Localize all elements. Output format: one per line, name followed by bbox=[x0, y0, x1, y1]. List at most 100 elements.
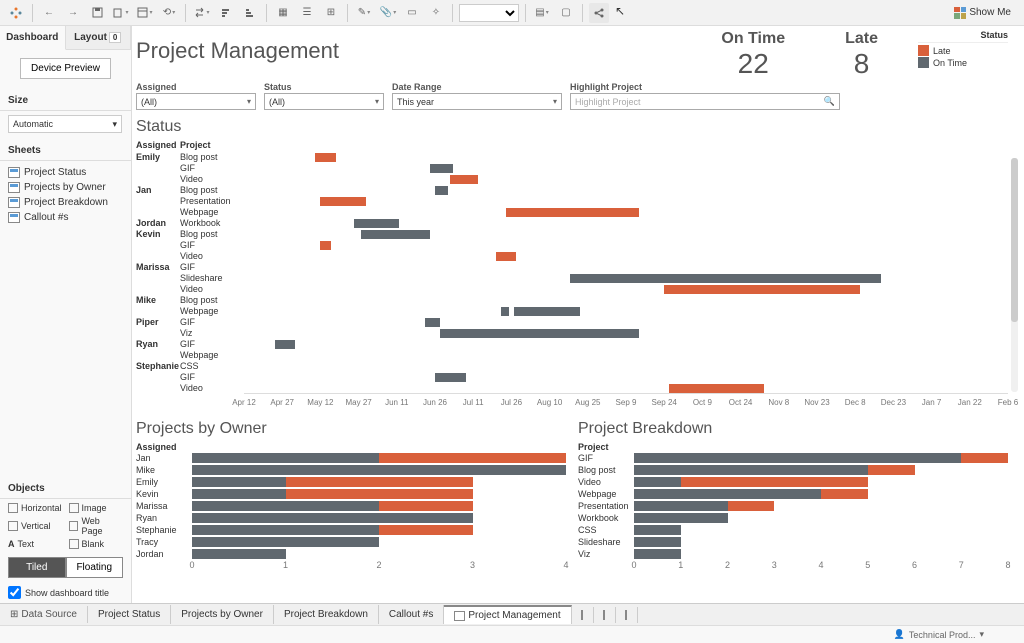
tab-dashboard[interactable]: Dashboard bbox=[0, 26, 66, 50]
gantt-bar[interactable] bbox=[450, 175, 478, 184]
pin-icon[interactable]: 📎 bbox=[378, 3, 398, 23]
bar-row[interactable]: Marissa bbox=[136, 500, 566, 512]
sheet-tab-project-breakdown[interactable]: Project Breakdown bbox=[274, 605, 379, 624]
new-data-icon[interactable] bbox=[111, 3, 131, 23]
gantt-bar[interactable] bbox=[425, 318, 440, 327]
new-story-tab[interactable] bbox=[616, 607, 638, 623]
new-worksheet-tab[interactable] bbox=[572, 607, 594, 623]
sheet-project-breakdown[interactable]: Project Breakdown bbox=[0, 195, 131, 210]
presentation-icon[interactable]: ▢ bbox=[556, 3, 576, 23]
save-icon[interactable] bbox=[87, 3, 107, 23]
bar-row[interactable]: Jordan bbox=[136, 548, 566, 560]
sheets-list: Project StatusProjects by OwnerProject B… bbox=[0, 161, 131, 229]
gantt-bar[interactable] bbox=[320, 241, 330, 250]
bar-row[interactable]: Emily bbox=[136, 476, 566, 488]
obj-blank[interactable]: Blank bbox=[69, 539, 124, 549]
bar-row[interactable]: Tracy bbox=[136, 536, 566, 548]
gantt-bar[interactable] bbox=[430, 164, 453, 173]
bar-row[interactable]: GIF bbox=[578, 452, 1008, 464]
obj-webpage[interactable]: Web Page bbox=[69, 516, 124, 536]
filter-status-select[interactable]: (All)▾ bbox=[264, 93, 384, 110]
gantt-bar[interactable] bbox=[315, 153, 335, 162]
sheet-tab-projects-by-owner[interactable]: Projects by Owner bbox=[171, 605, 274, 624]
cards-icon[interactable]: ▤ bbox=[532, 3, 552, 23]
show-title-checkbox[interactable]: Show dashboard title bbox=[0, 582, 131, 603]
obj-image[interactable]: Image bbox=[69, 503, 124, 513]
tiled-button[interactable]: Tiled bbox=[8, 557, 66, 578]
new-dashboard-tab[interactable] bbox=[594, 607, 616, 623]
bar-row[interactable]: Slideshare bbox=[578, 536, 1008, 548]
sheet-tab-project-status[interactable]: Project Status bbox=[88, 605, 171, 624]
gantt-bar[interactable] bbox=[435, 186, 448, 195]
obj-vertical[interactable]: Vertical bbox=[8, 516, 63, 536]
share-icon[interactable] bbox=[589, 3, 609, 23]
gantt-bar[interactable] bbox=[496, 252, 516, 261]
gantt-scrollbar[interactable] bbox=[1011, 158, 1018, 392]
sort-desc-icon[interactable] bbox=[240, 3, 260, 23]
gantt-bar[interactable] bbox=[440, 329, 639, 338]
highlight-icon[interactable]: ☰ bbox=[297, 3, 317, 23]
obj-horizontal[interactable]: Horizontal bbox=[8, 503, 63, 513]
status-gantt[interactable]: AssignedEmilyJanJordanKevinMarissaMikePi… bbox=[136, 140, 1008, 414]
bar-row[interactable]: Webpage bbox=[578, 488, 1008, 500]
gantt-bar[interactable] bbox=[669, 384, 763, 393]
bar-row[interactable]: Viz bbox=[578, 548, 1008, 560]
gantt-bar[interactable] bbox=[435, 373, 466, 382]
floating-button[interactable]: Floating bbox=[66, 557, 124, 578]
gantt-bar[interactable] bbox=[501, 307, 509, 316]
undo-icon[interactable]: ← bbox=[39, 3, 59, 23]
sort-asc-icon[interactable] bbox=[216, 3, 236, 23]
filter-highlight-input[interactable]: Highlight Project🔍 bbox=[570, 93, 840, 110]
sheet-tab-callout-#s[interactable]: Callout #s bbox=[379, 605, 444, 624]
sheet-callout-#s[interactable]: Callout #s bbox=[0, 210, 131, 225]
status-bar-author[interactable]: 👤 Technical Prod... ▾ bbox=[0, 625, 1024, 643]
sheet-tab-project-management[interactable]: Project Management bbox=[444, 605, 571, 624]
bar-row[interactable]: Workbook bbox=[578, 512, 1008, 524]
projects-by-owner[interactable]: Projects by Owner Assigned JanMikeEmilyK… bbox=[136, 420, 566, 576]
fit-select[interactable] bbox=[459, 4, 519, 22]
bar-row[interactable]: Kevin bbox=[136, 488, 566, 500]
format-icon[interactable]: ✧ bbox=[426, 3, 446, 23]
gantt-bar[interactable] bbox=[354, 219, 400, 228]
group-icon[interactable]: ⊞ bbox=[321, 3, 341, 23]
tab-data-source[interactable]: ⊞ Data Source bbox=[0, 606, 88, 623]
gantt-bar[interactable] bbox=[275, 340, 295, 349]
sheet-projects-by-owner[interactable]: Projects by Owner bbox=[0, 180, 131, 195]
swap-icon[interactable] bbox=[192, 3, 212, 23]
top-toolbar: ← → ⟲ ▦ ☰ ⊞ ✎ 📎 ▭ ✧ ▤ ▢ ↖ Show Me bbox=[0, 0, 1024, 26]
dashboard-canvas: Project Management On Time 22 Late 8 Sta… bbox=[132, 26, 1024, 603]
size-select[interactable]: Automatic▾ bbox=[8, 115, 122, 133]
clear-icon[interactable]: ⟲ bbox=[159, 3, 179, 23]
bar-row[interactable]: Mike bbox=[136, 464, 566, 476]
new-worksheet-icon[interactable] bbox=[135, 3, 155, 23]
status-legend: Status Late On Time bbox=[918, 30, 1008, 69]
redo-icon[interactable]: → bbox=[63, 3, 83, 23]
gantt-bar[interactable] bbox=[320, 197, 366, 206]
gantt-bar[interactable] bbox=[506, 208, 638, 217]
gantt-bar[interactable] bbox=[361, 230, 430, 239]
tab-layout[interactable]: Layout0 bbox=[66, 26, 132, 49]
worksheet-icon[interactable]: ▭ bbox=[402, 3, 422, 23]
gantt-bar[interactable] bbox=[514, 307, 580, 316]
obj-text[interactable]: AText bbox=[8, 539, 63, 549]
bar-row[interactable]: Presentation bbox=[578, 500, 1008, 512]
gantt-bar[interactable] bbox=[570, 274, 881, 283]
filter-date-select[interactable]: This year▾ bbox=[392, 93, 562, 110]
show-me-label: Show Me bbox=[969, 7, 1011, 18]
gantt-bar[interactable] bbox=[664, 285, 860, 294]
filter-assigned-select[interactable]: (All)▾ bbox=[136, 93, 256, 110]
device-preview-button[interactable]: Device Preview bbox=[20, 58, 111, 79]
totals-icon[interactable]: ▦ bbox=[273, 3, 293, 23]
bar-row[interactable]: CSS bbox=[578, 524, 1008, 536]
logo-icon[interactable] bbox=[6, 3, 26, 23]
mark-label-icon[interactable]: ✎ bbox=[354, 3, 374, 23]
bar-row[interactable]: Stephanie bbox=[136, 524, 566, 536]
show-me-button[interactable]: Show Me bbox=[947, 4, 1018, 22]
bar-row[interactable]: Jan bbox=[136, 452, 566, 464]
filter-assigned: Assigned (All)▾ bbox=[136, 82, 256, 110]
sheet-project-status[interactable]: Project Status bbox=[0, 165, 131, 180]
project-breakdown[interactable]: Project Breakdown Project GIFBlog postVi… bbox=[578, 420, 1008, 576]
bar-row[interactable]: Ryan bbox=[136, 512, 566, 524]
bar-row[interactable]: Blog post bbox=[578, 464, 1008, 476]
bar-row[interactable]: Video bbox=[578, 476, 1008, 488]
